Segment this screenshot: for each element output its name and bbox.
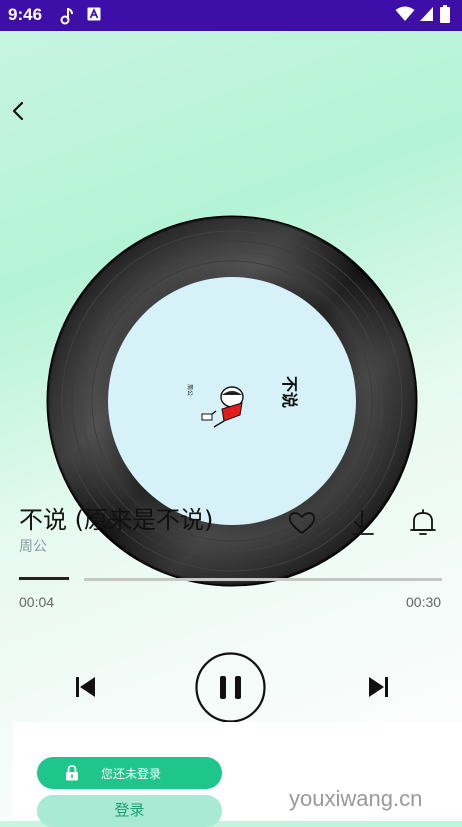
song-title: 不说 (原来是不说) (19, 506, 214, 534)
signal-icon (420, 7, 433, 21)
watermark: youxiwang.cn (289, 786, 423, 811)
status-time: 9:46 (8, 5, 43, 24)
a-badge-icon (87, 7, 101, 21)
previous-button[interactable] (74, 675, 98, 699)
battery-icon (440, 5, 450, 23)
current-time: 00:04 (19, 594, 55, 610)
pause-button[interactable] (195, 652, 266, 723)
music-note-icon (60, 8, 73, 25)
status-bar: 9:46 (0, 0, 462, 31)
next-button[interactable] (366, 675, 390, 699)
cover-artist: 周公 (186, 384, 193, 396)
wifi-icon (395, 6, 415, 21)
bell-icon[interactable] (408, 508, 438, 538)
cover-title: 不说 (280, 376, 299, 408)
download-icon[interactable] (348, 508, 378, 538)
back-button[interactable] (8, 100, 30, 122)
login-button[interactable]: 登录 (37, 795, 222, 827)
progress-played[interactable] (19, 577, 69, 580)
song-artist[interactable]: 周公 (19, 536, 47, 556)
heart-icon[interactable] (287, 508, 317, 538)
lock-icon (66, 765, 78, 781)
progress-track[interactable] (84, 578, 442, 581)
next-icon (385, 677, 388, 697)
total-time: 00:30 (406, 594, 442, 610)
previous-icon (76, 677, 79, 697)
pause-icon (220, 676, 241, 699)
login-notice-text: 您还未登录 (101, 767, 162, 781)
login-notice[interactable]: 您还未登录 (37, 757, 222, 789)
